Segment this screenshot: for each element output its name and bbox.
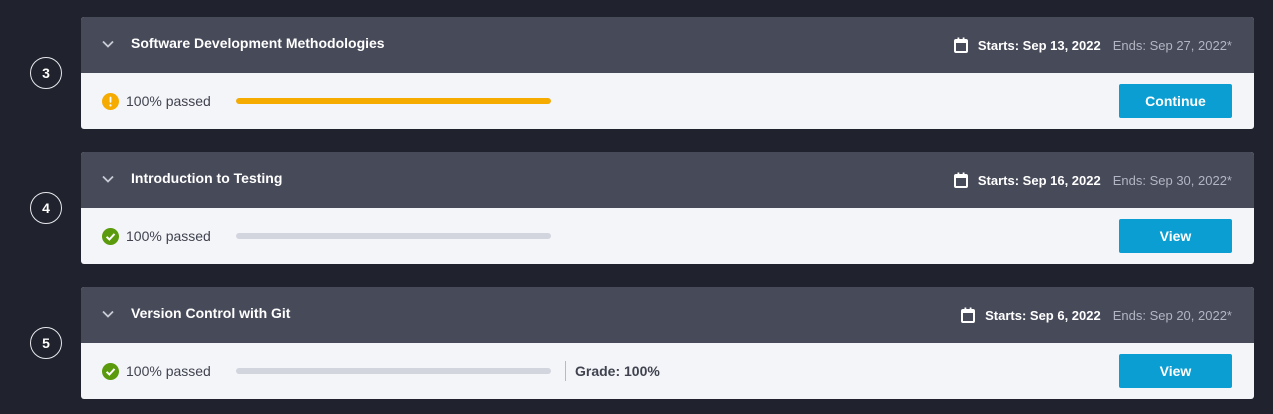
- start-date: Starts: Sep 13, 2022: [977, 37, 1101, 53]
- course-card: Introduction to Testing Starts: Sep 16, …: [81, 152, 1254, 264]
- course-card: Version Control with Git Starts: Sep 6, …: [81, 287, 1254, 399]
- end-date: Ends: Sep 20, 2022*: [1112, 307, 1232, 323]
- step-number: 5: [42, 335, 50, 351]
- chevron-down-icon[interactable]: [101, 172, 115, 186]
- course-title: Version Control with Git: [131, 305, 291, 321]
- passed-status: 100% passed: [126, 228, 211, 244]
- step-number-badge: 5: [30, 327, 62, 359]
- course-card: Software Development Methodologies Start…: [81, 17, 1254, 129]
- step-number: 3: [42, 65, 50, 81]
- passed-status: 100% passed: [126, 93, 211, 109]
- progress-bar: [236, 368, 551, 374]
- step-number-badge: 3: [30, 57, 62, 89]
- passed-status: 100% passed: [126, 363, 211, 379]
- course-body: 100% passed Continue: [81, 73, 1254, 129]
- progress-bar: [236, 98, 551, 104]
- calendar-icon: [953, 172, 968, 188]
- grade-divider: [565, 361, 566, 381]
- progress-fill: [236, 98, 551, 104]
- chevron-down-icon[interactable]: [101, 307, 115, 321]
- step-number: 4: [42, 200, 50, 216]
- course-header[interactable]: Version Control with Git Starts: Sep 6, …: [81, 287, 1254, 343]
- start-date: Starts: Sep 16, 2022: [977, 172, 1101, 188]
- course-body: 100% passed Grade: 100% View: [81, 343, 1254, 399]
- check-icon: [102, 363, 119, 380]
- course-header[interactable]: Introduction to Testing Starts: Sep 16, …: [81, 152, 1254, 208]
- continue-button[interactable]: Continue: [1119, 84, 1232, 118]
- course-body: 100% passed View: [81, 208, 1254, 264]
- calendar-icon: [953, 37, 968, 53]
- course-dates: Starts: Sep 13, 2022 Ends: Sep 27, 2022*: [953, 17, 1232, 73]
- progress-bar: [236, 233, 551, 239]
- calendar-icon: [961, 307, 976, 323]
- start-date: Starts: Sep 6, 2022: [985, 307, 1101, 323]
- end-date: Ends: Sep 27, 2022*: [1112, 37, 1232, 53]
- chevron-down-icon[interactable]: [101, 37, 115, 51]
- course-title: Software Development Methodologies: [131, 35, 385, 51]
- view-button[interactable]: View: [1119, 219, 1232, 253]
- course-dates: Starts: Sep 16, 2022 Ends: Sep 30, 2022*: [953, 152, 1232, 208]
- check-icon: [102, 228, 119, 245]
- grade-label: Grade: 100%: [575, 363, 660, 379]
- course-title: Introduction to Testing: [131, 170, 283, 186]
- step-number-badge: 4: [30, 192, 62, 224]
- exclamation-icon: [102, 93, 119, 110]
- view-button[interactable]: View: [1119, 354, 1232, 388]
- course-header[interactable]: Software Development Methodologies Start…: [81, 17, 1254, 73]
- end-date: Ends: Sep 30, 2022*: [1112, 172, 1232, 188]
- course-dates: Starts: Sep 6, 2022 Ends: Sep 20, 2022*: [961, 287, 1232, 343]
